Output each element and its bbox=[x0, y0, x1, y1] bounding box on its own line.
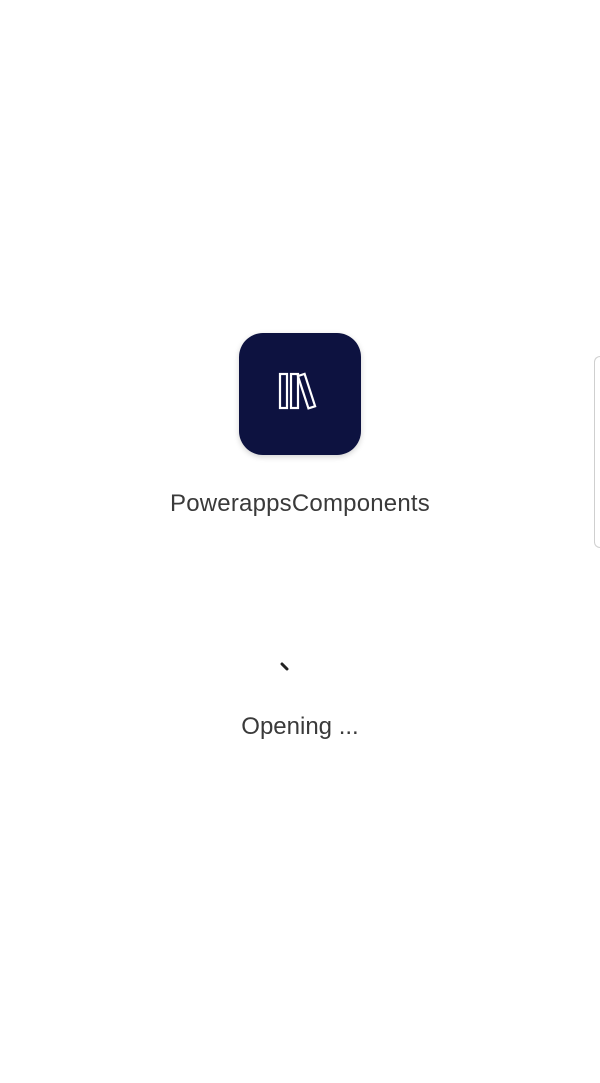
loading-spinner-icon bbox=[280, 662, 289, 671]
app-name: PowerappsComponents bbox=[170, 490, 430, 517]
loading-screen: PowerappsComponents Opening ... bbox=[0, 0, 600, 1083]
loading-status-text: Opening ... bbox=[241, 713, 359, 740]
edge-panel-handle[interactable] bbox=[594, 356, 600, 548]
books-icon bbox=[278, 372, 317, 410]
app-icon-tile bbox=[239, 333, 361, 455]
